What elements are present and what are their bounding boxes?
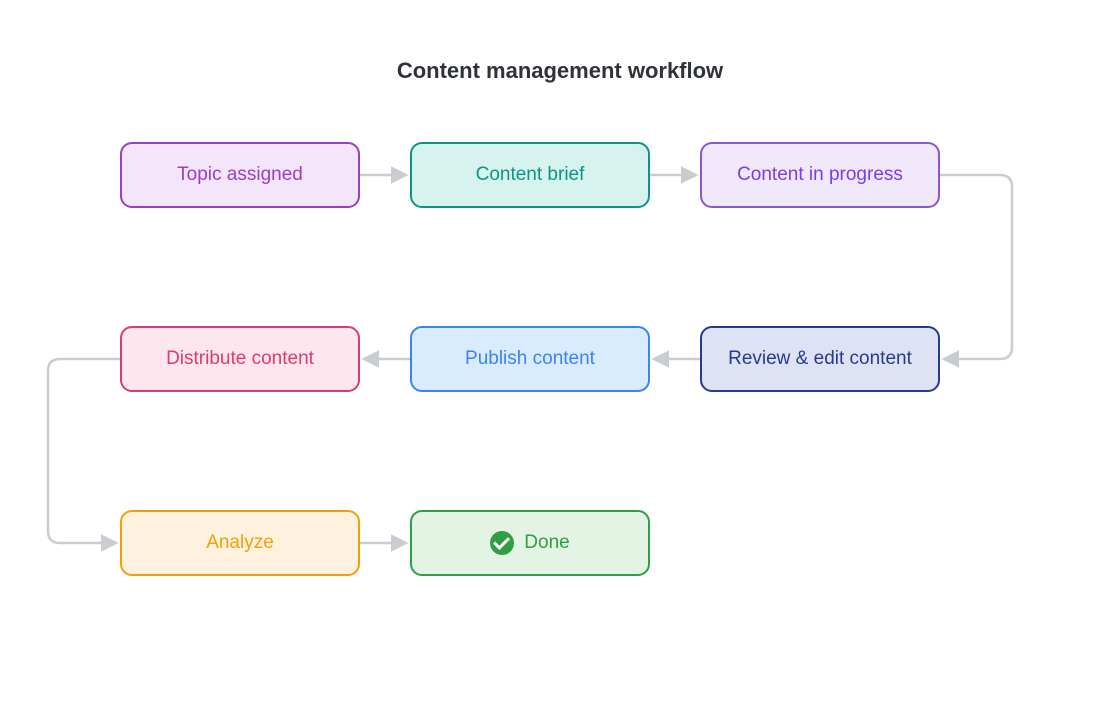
node-topic-assigned: Topic assigned: [120, 142, 360, 208]
node-label: Distribute content: [166, 348, 314, 370]
node-publish-content: Publish content: [410, 326, 650, 392]
node-label: Content in progress: [737, 164, 903, 186]
node-label: Topic assigned: [177, 164, 303, 186]
node-label: Review & edit content: [728, 348, 912, 370]
node-label: Analyze: [206, 532, 274, 554]
arrow-distribute-to-analyze: [48, 359, 120, 543]
node-distribute-content: Distribute content: [120, 326, 360, 392]
node-label: Done: [524, 532, 569, 554]
node-analyze: Analyze: [120, 510, 360, 576]
node-label: Content brief: [476, 164, 585, 186]
node-content-in-progress: Content in progress: [700, 142, 940, 208]
diagram-canvas: Content management workflow Topic assign…: [0, 0, 1120, 711]
node-done: Done: [410, 510, 650, 576]
check-circle-icon: [490, 531, 514, 555]
node-label: Publish content: [465, 348, 595, 370]
node-review-edit-content: Review & edit content: [700, 326, 940, 392]
arrow-progress-to-review: [940, 175, 1012, 359]
diagram-title: Content management workflow: [0, 58, 1120, 84]
node-content-brief: Content brief: [410, 142, 650, 208]
